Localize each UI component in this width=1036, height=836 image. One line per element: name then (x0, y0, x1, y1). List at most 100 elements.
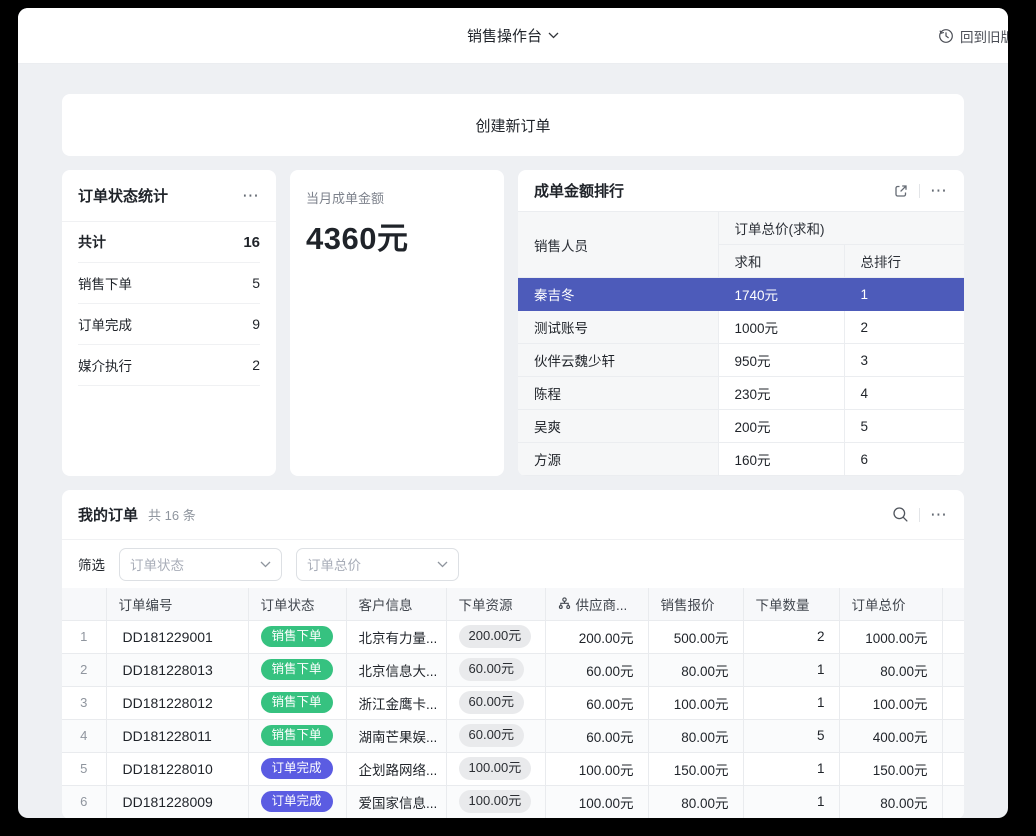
status-row[interactable]: 共计 16 (78, 222, 260, 263)
table-row[interactable]: 5DD181228010订单完成企划路网络...100.00元100.00元15… (62, 752, 964, 785)
resource-cell: 200.00元 (446, 620, 545, 653)
ranking-sum: 200元 (718, 410, 844, 443)
ranking-col-rank[interactable]: 总排行 (844, 245, 964, 278)
more-icon[interactable]: ⋯ (930, 506, 948, 523)
status-row-label: 共计 (78, 232, 106, 252)
col-supplier[interactable]: 供应商... (545, 588, 648, 620)
my-orders-count: 共 16 条 (148, 505, 196, 524)
customer-info: 企划路网络... (346, 752, 446, 785)
more-icon[interactable]: ⋯ (930, 182, 948, 199)
order-id[interactable]: DD181228011 (106, 719, 248, 752)
open-external-icon[interactable] (893, 183, 909, 199)
resource-badge: 100.00元 (459, 757, 532, 780)
col-header[interactable]: 下单数量 (743, 588, 839, 620)
sales-quote: 150.00元 (648, 752, 743, 785)
order-id[interactable]: DD181229001 (106, 620, 248, 653)
ranking-row[interactable]: 伙伴云魏少轩950元3 (518, 344, 964, 377)
spacer-cell (942, 785, 964, 818)
order-total: 100.00元 (839, 686, 942, 719)
ranking-col-sum[interactable]: 求和 (718, 245, 844, 278)
order-status-cell: 订单完成 (248, 785, 346, 818)
customer-info: 浙江金鹰卡... (346, 686, 446, 719)
col-header[interactable]: 客户信息 (346, 588, 446, 620)
table-row[interactable]: 1DD181229001销售下单北京有力量...200.00元200.00元50… (62, 620, 964, 653)
back-to-old-label: 回到旧版 (960, 26, 1008, 46)
monthly-amount-card: 当月成单金额 4360元 (290, 170, 504, 476)
ranking-table: 销售人员 订单总价(求和) 求和 总排行 秦吉冬1740元1测试账号1000元2… (518, 211, 964, 476)
order-quantity: 1 (743, 785, 839, 818)
ranking-col-group[interactable]: 订单总价(求和) (718, 212, 964, 245)
search-icon[interactable] (892, 506, 909, 523)
spacer-cell (942, 686, 964, 719)
order-status-cell: 销售下单 (248, 653, 346, 686)
table-row[interactable]: 4DD181228011销售下单湖南芒果娱...60.00元60.00元80.0… (62, 719, 964, 752)
order-id[interactable]: DD181228013 (106, 653, 248, 686)
col-header[interactable]: 订单状态 (248, 588, 346, 620)
supplier-price: 100.00元 (545, 785, 648, 818)
order-status-cell: 销售下单 (248, 620, 346, 653)
ranking-row[interactable]: 方源160元6 (518, 443, 964, 476)
table-row[interactable]: 3DD181228012销售下单浙江金鹰卡...60.00元60.00元100.… (62, 686, 964, 719)
resource-badge: 200.00元 (459, 625, 532, 648)
spacer-cell (942, 653, 964, 686)
ranking-rank: 1 (844, 278, 964, 311)
table-row[interactable]: 6DD181228009订单完成爱国家信息...100.00元100.00元80… (62, 785, 964, 818)
table-row[interactable]: 2DD181228013销售下单北京信息大...60.00元60.00元80.0… (62, 653, 964, 686)
filter-order-status-placeholder: 订单状态 (130, 554, 184, 574)
resource-cell: 100.00元 (446, 785, 545, 818)
ranking-row[interactable]: 陈程230元4 (518, 377, 964, 410)
status-row-value: 2 (252, 357, 260, 373)
sales-quote: 500.00元 (648, 620, 743, 653)
status-row-value: 16 (243, 234, 260, 251)
order-total: 1000.00元 (839, 620, 942, 653)
filter-order-total-placeholder: 订单总价 (307, 554, 361, 574)
ranking-row[interactable]: 秦吉冬1740元1 (518, 278, 964, 311)
ranking-row[interactable]: 测试账号1000元2 (518, 311, 964, 344)
col-header[interactable]: 下单资源 (446, 588, 545, 620)
customer-info: 爱国家信息... (346, 785, 446, 818)
resource-cell: 100.00元 (446, 752, 545, 785)
ranking-col-person[interactable]: 销售人员 (518, 212, 718, 278)
resource-badge: 60.00元 (459, 724, 525, 747)
row-number: 4 (62, 719, 106, 752)
more-icon[interactable]: ⋯ (242, 187, 260, 204)
supplier-price: 100.00元 (545, 752, 648, 785)
ranking-rank: 5 (844, 410, 964, 443)
spacer-cell (942, 620, 964, 653)
my-orders-header: 我的订单 共 16 条 ⋯ (62, 490, 964, 540)
amount-ranking-title: 成单金额排行 (534, 180, 624, 201)
orders-table: 订单编号订单状态客户信息下单资源供应商...销售报价下单数量订单总价 1DD18… (62, 588, 964, 818)
order-quantity: 1 (743, 752, 839, 785)
order-id[interactable]: DD181228012 (106, 686, 248, 719)
ranking-rank: 3 (844, 344, 964, 377)
ranking-person: 方源 (518, 443, 718, 476)
status-row-label: 销售下单 (78, 273, 132, 293)
status-row[interactable]: 订单完成9 (78, 304, 260, 345)
sales-quote: 100.00元 (648, 686, 743, 719)
chevron-down-icon (437, 561, 448, 568)
ranking-rank: 6 (844, 443, 964, 476)
create-new-order-button[interactable]: 创建新订单 (62, 94, 964, 156)
col-spacer (942, 588, 964, 620)
filter-select-order-total[interactable]: 订单总价 (296, 548, 459, 581)
filter-select-order-status[interactable]: 订单状态 (119, 548, 282, 581)
ranking-tbody: 秦吉冬1740元1测试账号1000元2伙伴云魏少轩950元3陈程230元4吴爽2… (518, 278, 964, 476)
row-number: 3 (62, 686, 106, 719)
amount-ranking-card: 成单金额排行 ⋯ 销售人员 订单总价(求和) (518, 170, 964, 476)
status-row[interactable]: 媒介执行2 (78, 345, 260, 386)
status-rows: 共计 16 销售下单5订单完成9媒介执行2 (62, 222, 276, 386)
back-to-old-version-button[interactable]: 回到旧版 (938, 8, 1008, 63)
col-row-number (62, 588, 106, 620)
col-header[interactable]: 订单编号 (106, 588, 248, 620)
col-header[interactable]: 订单总价 (839, 588, 942, 620)
topbar: 销售操作台 回到旧版 (18, 8, 1008, 64)
order-id[interactable]: DD181228010 (106, 752, 248, 785)
app-window: 销售操作台 回到旧版 创建新订单 订单状态统计 ⋯ 共计16销售 (18, 8, 1008, 818)
workspace-switcher[interactable]: 销售操作台 (467, 25, 559, 46)
col-header[interactable]: 销售报价 (648, 588, 743, 620)
order-id[interactable]: DD181228009 (106, 785, 248, 818)
status-row-value: 9 (252, 316, 260, 332)
row-number: 1 (62, 620, 106, 653)
ranking-row[interactable]: 吴爽200元5 (518, 410, 964, 443)
status-row[interactable]: 销售下单5 (78, 263, 260, 304)
